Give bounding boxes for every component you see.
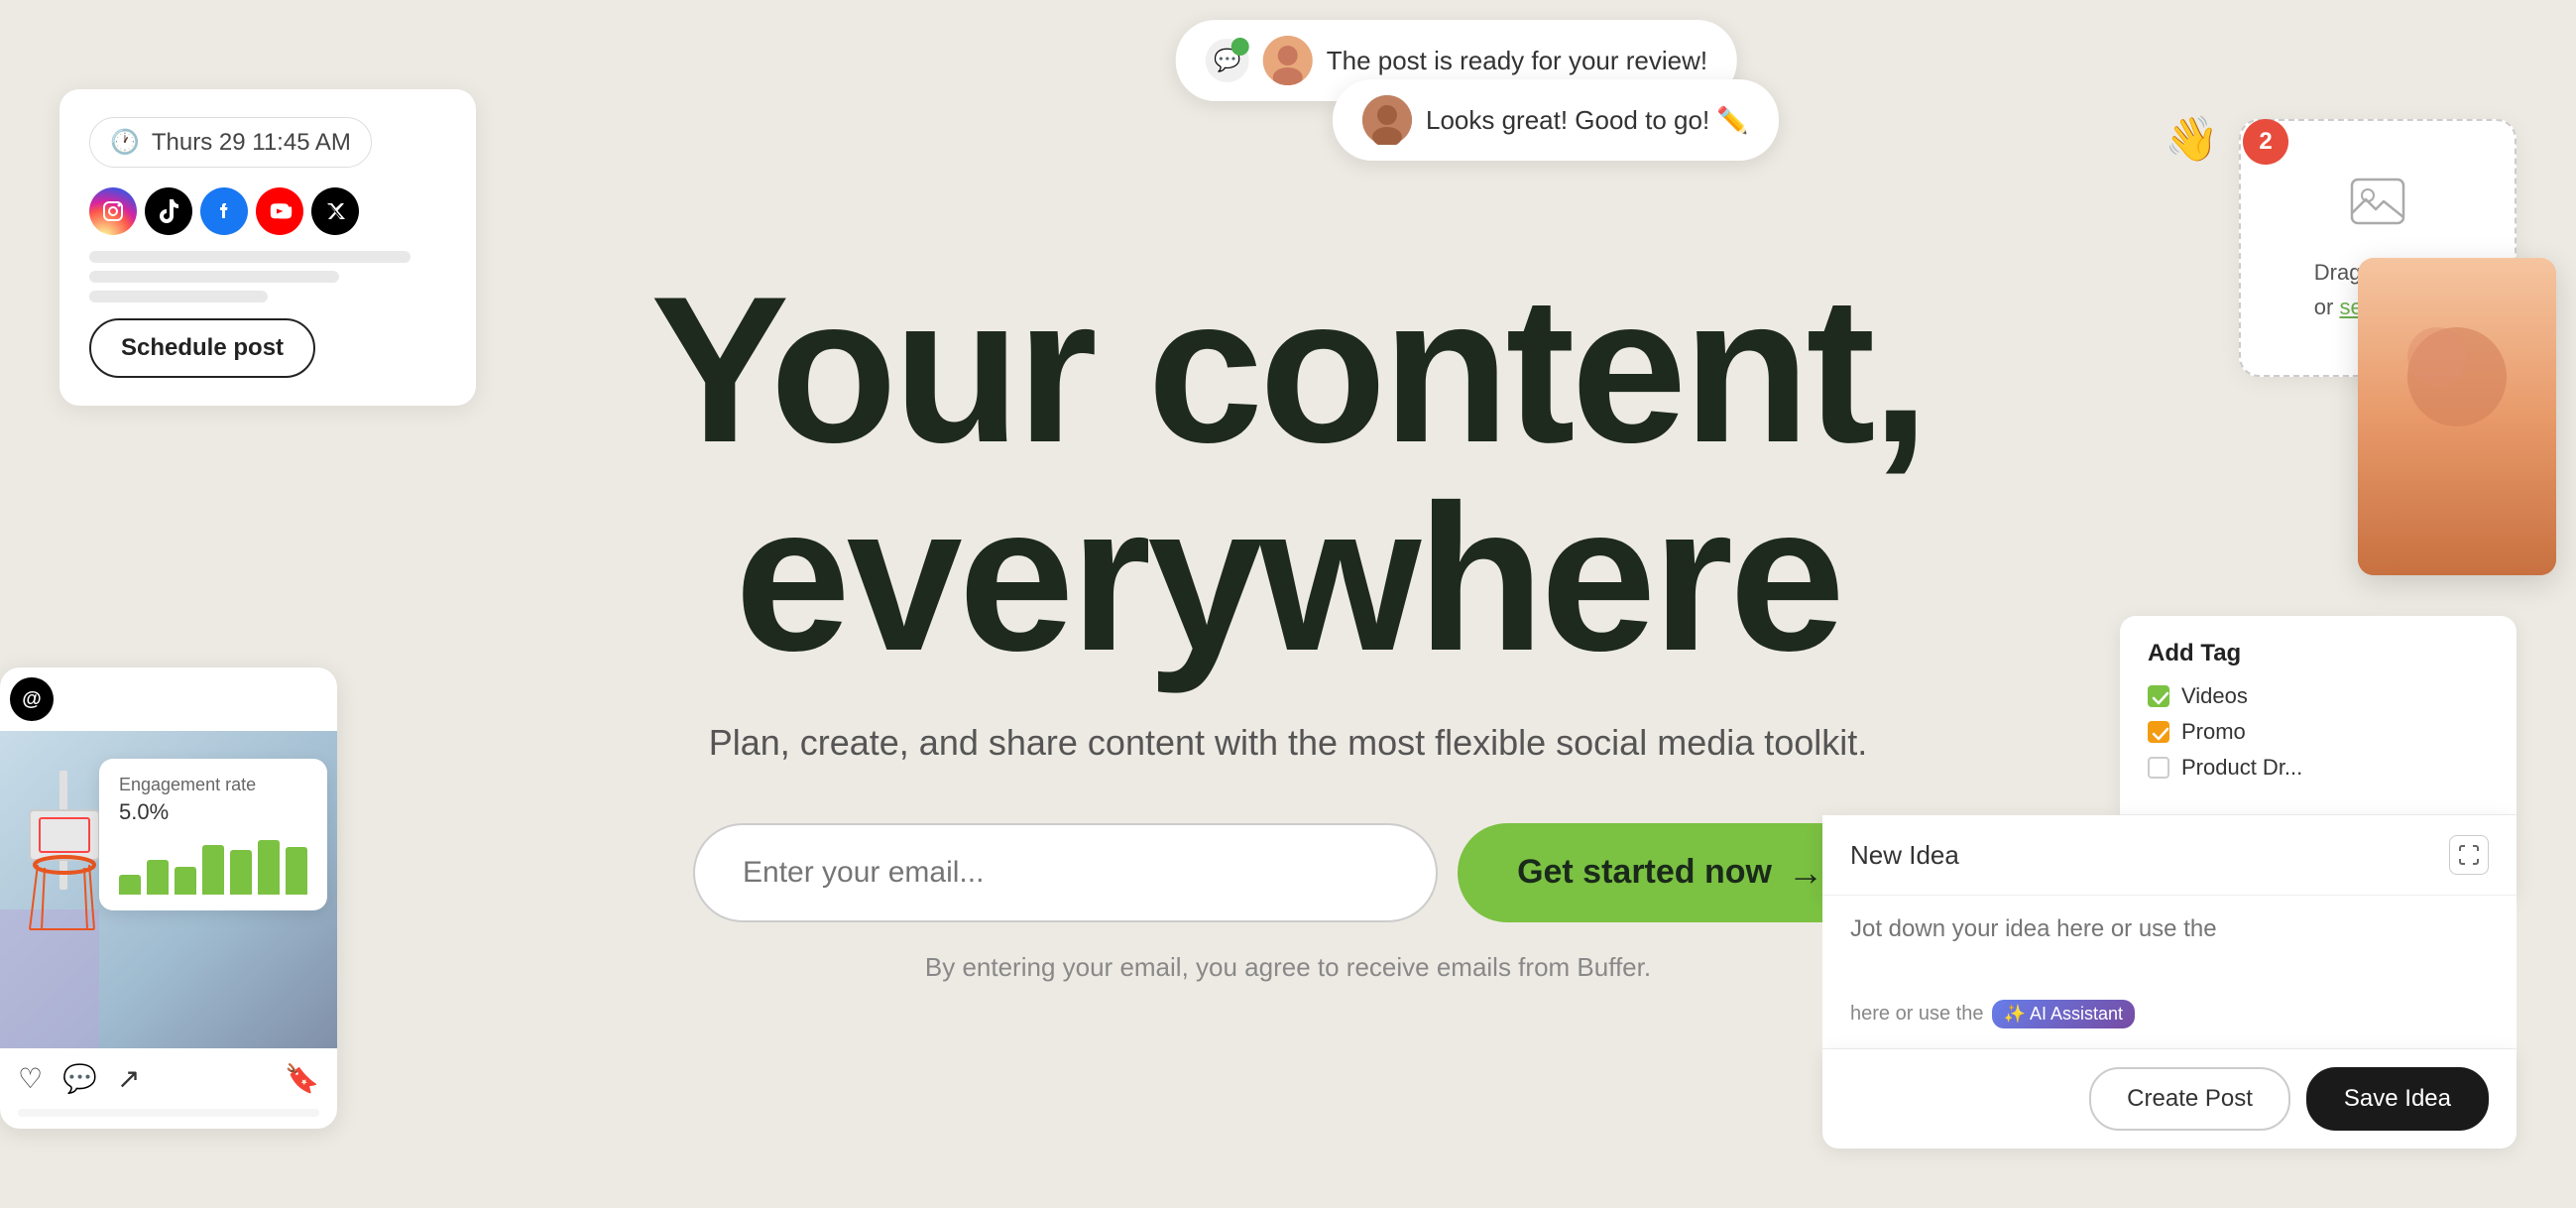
cta-button[interactable]: Get started now →	[1458, 823, 1883, 922]
youtube-icon	[256, 187, 303, 235]
disclaimer-text: By entering your email, you agree to rec…	[925, 952, 1651, 983]
image-icon	[2348, 172, 2407, 243]
new-idea-expand-icon[interactable]	[2449, 835, 2489, 875]
tiktok-icon	[145, 187, 192, 235]
ig-save-icon[interactable]: 🔖	[285, 1062, 319, 1095]
engagement-card: Engagement rate 5.0%	[99, 759, 327, 910]
image-preview-inner	[2358, 258, 2556, 575]
schedule-widget: 🕐 Thurs 29 11:45 AM Schedule post	[59, 89, 476, 406]
tag-label-promo: Promo	[2181, 719, 2246, 745]
ig-like-icon[interactable]: ♡	[18, 1062, 43, 1095]
instagram-icon	[89, 187, 137, 235]
engagement-title: Engagement rate	[119, 775, 307, 795]
arrow-icon: →	[1788, 852, 1823, 894]
facebook-icon	[200, 187, 248, 235]
notification-badge: 2	[2243, 119, 2288, 165]
ig-actions: ♡ 💬 ↗ 🔖	[0, 1048, 337, 1109]
idea-textarea-card: here or use the ✨ AI Assistant	[1822, 896, 2517, 1049]
tag-checkbox-product[interactable]	[2148, 757, 2169, 779]
bar-1	[119, 875, 141, 895]
create-post-button[interactable]: Create Post	[2089, 1067, 2290, 1131]
tag-label-product: Product Dr...	[2181, 755, 2302, 781]
email-input[interactable]	[693, 823, 1438, 922]
ai-assistant-text: here or use the	[1850, 1003, 1984, 1026]
tag-checkbox-videos[interactable]	[2148, 685, 2169, 707]
bar-2	[147, 860, 169, 895]
image-preview	[2358, 258, 2556, 575]
tag-item-promo: Promo	[2148, 719, 2489, 745]
ig-comment-icon[interactable]: 💬	[62, 1062, 97, 1095]
hero-subtitle: Plan, create, and share content with the…	[709, 722, 1868, 764]
right-panel: Add Tag Videos Promo Product Dr... New I…	[2120, 616, 2517, 1148]
new-idea-panel: New Idea	[1822, 815, 2517, 896]
content-lines	[89, 251, 446, 302]
schedule-post-button[interactable]: Schedule post	[89, 318, 315, 378]
bar-4	[202, 845, 224, 895]
idea-action-row: Create Post Save Idea	[1822, 1049, 2517, 1148]
social-avatars	[89, 187, 446, 235]
engagement-rate: 5.0%	[119, 799, 307, 825]
tag-checkbox-promo[interactable]	[2148, 721, 2169, 743]
save-idea-button[interactable]: Save Idea	[2306, 1067, 2489, 1131]
cta-label: Get started now	[1517, 853, 1772, 892]
schedule-date: Thurs 29 11:45 AM	[152, 129, 351, 157]
idea-textarea[interactable]	[1850, 915, 2489, 995]
bar-5	[230, 850, 252, 895]
bar-6	[258, 840, 280, 895]
wave-icon: 👋	[2165, 113, 2219, 165]
x-icon	[311, 187, 359, 235]
tag-item-product: Product Dr...	[2148, 755, 2489, 781]
email-row: Get started now →	[693, 823, 1883, 922]
bar-7	[286, 847, 307, 895]
clock-icon: 🕐	[110, 128, 140, 157]
new-idea-label: New Idea	[1850, 840, 1959, 871]
ai-assistant-row: here or use the ✨ AI Assistant	[1850, 1000, 2489, 1028]
ig-share-icon[interactable]: ↗	[117, 1062, 140, 1095]
schedule-date-row: 🕐 Thurs 29 11:45 AM	[89, 117, 372, 168]
hero-title: Your content, everywhere	[650, 266, 1926, 682]
add-tag-title: Add Tag	[2148, 640, 2489, 667]
bar-3	[175, 867, 196, 895]
threads-badge: @	[10, 677, 54, 721]
chart-bars	[119, 835, 307, 895]
tag-item-videos: Videos	[2148, 683, 2489, 709]
add-tag-card: Add Tag Videos Promo Product Dr...	[2120, 616, 2517, 815]
ai-assistant-badge[interactable]: ✨ AI Assistant	[1992, 1000, 2135, 1028]
tag-label-videos: Videos	[2181, 683, 2248, 709]
